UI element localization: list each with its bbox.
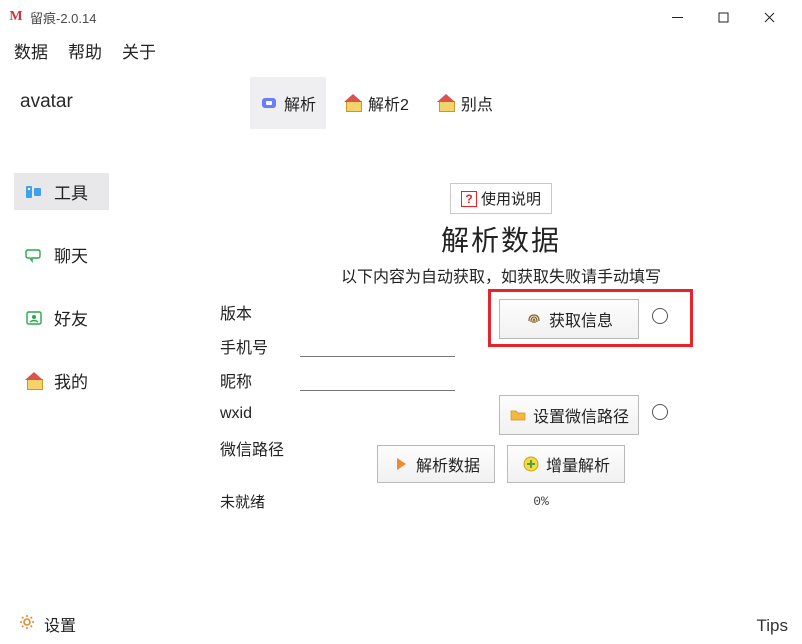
get-info-label: 获取信息 [549,307,613,331]
sidebar-item-label: 我的 [54,368,88,393]
label-version: 版本 [220,300,300,324]
app-icon: M [8,9,24,25]
close-button[interactable] [746,3,792,31]
window-title: 留痕-2.0.14 [30,8,96,27]
sidebar-item-chat[interactable]: 聊天 [14,236,109,273]
box-icon [260,94,278,112]
input-phone[interactable] [300,335,455,357]
progress-text: 0% [300,494,782,509]
set-wxpath-label: 设置微信路径 [533,403,629,427]
sidebar-item-label: 好友 [54,305,88,330]
status-row: 未就绪 0% [220,491,782,512]
gear-icon [18,613,36,636]
page-subheading: 以下内容为自动获取，如获取失败请手动填写 [341,263,661,287]
tab-label: 别点 [461,91,493,115]
get-info-status-dot[interactable] [652,308,668,324]
sidebar-nav: 工具 聊天 好友 [14,173,180,399]
tab-label: 解析 [284,91,316,115]
folder-icon [509,406,527,424]
tab-parse[interactable]: 解析 [250,77,326,129]
play-icon [392,455,410,473]
parse-data-label: 解析数据 [416,452,480,476]
question-icon: ? [461,191,477,207]
tabs: 解析 解析2 别点 [250,77,503,129]
titlebar: M 留痕-2.0.14 [0,0,802,34]
sidebar-item-tools[interactable]: 工具 [14,173,109,210]
main: avatar 工具 聊天 [0,73,802,644]
menu-about[interactable]: 关于 [118,36,160,65]
incremental-parse-button[interactable]: 增量解析 [507,445,625,483]
maximize-button[interactable] [700,3,746,31]
sidebar-item-mine[interactable]: 我的 [14,362,109,399]
chat-icon [24,245,44,265]
menu-help[interactable]: 帮助 [64,36,106,65]
row-nickname: 昵称 [220,363,782,397]
tips-link[interactable]: Tips [757,616,789,636]
house-icon [437,94,455,112]
menubar: 数据 帮助 关于 [0,34,802,73]
label-wxid: wxid [220,405,300,423]
house-icon [24,371,44,391]
plus-circle-icon [522,455,540,473]
status-label: 未就绪 [220,491,300,512]
input-nickname[interactable] [300,369,455,391]
help-button-label: 使用说明 [481,188,541,209]
label-wxpath: 微信路径 [220,436,300,460]
parse-data-button[interactable]: 解析数据 [377,445,495,483]
incremental-parse-label: 增量解析 [546,452,610,476]
tab-label: 解析2 [368,91,409,115]
minimize-button[interactable] [654,3,700,31]
content: 解析 解析2 别点 ? 使用说明 解析数据 以下内容为自动获取，如获取失败请手动… [180,73,802,644]
sidebar-item-label: 工具 [54,179,88,204]
label-phone: 手机号 [220,334,300,358]
tab-parse2[interactable]: 解析2 [334,77,419,129]
label-nickname: 昵称 [220,368,300,392]
sidebar-settings[interactable]: 设置 [18,612,76,636]
sidebar: avatar 工具 聊天 [0,73,180,644]
menu-data[interactable]: 数据 [10,36,52,65]
set-wxpath-status-dot[interactable] [652,404,668,420]
get-info-button[interactable]: 获取信息 [499,299,639,339]
settings-label: 设置 [44,612,76,636]
friends-icon [24,308,44,328]
action-row: 解析数据 增量解析 [377,445,625,483]
help-button[interactable]: ? 使用说明 [450,183,552,214]
sidebar-item-friends[interactable]: 好友 [14,299,109,336]
tools-icon [24,182,44,202]
house-icon [344,94,362,112]
set-wxpath-button[interactable]: 设置微信路径 [499,395,639,435]
page-heading: 解析数据 [441,219,561,259]
tab-noclick[interactable]: 别点 [427,77,503,129]
sidebar-item-label: 聊天 [54,242,88,267]
fingerprint-icon [525,310,543,328]
avatar-label: avatar [20,91,180,113]
